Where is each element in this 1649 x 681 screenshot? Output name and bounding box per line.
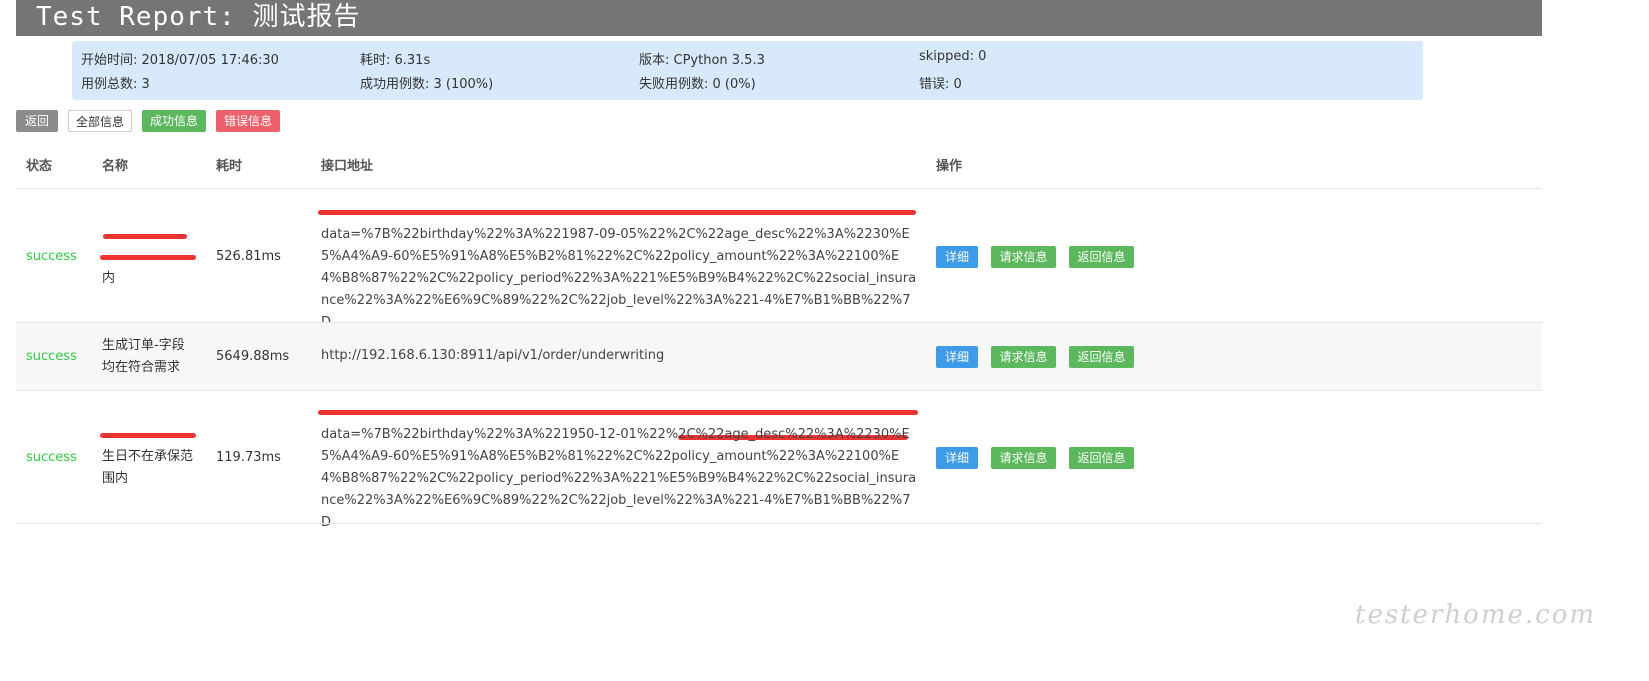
divider [16, 523, 1542, 524]
error-info-button[interactable]: 错误信息 [216, 110, 280, 132]
divider [16, 390, 1542, 391]
back-button[interactable]: 返回 [16, 110, 58, 132]
passed-count: 成功用例数: 3 (100%) [360, 77, 494, 92]
response-info-button[interactable]: 返回信息 [1069, 246, 1134, 268]
watermark: testerhome.com [1355, 600, 1597, 630]
col-url-header: 接口地址 [321, 159, 374, 174]
redaction-mark [100, 255, 196, 260]
test-name: 内 [102, 271, 116, 286]
test-name: 生日不在承保范围内 [102, 449, 194, 486]
test-name: 生成订单-字段均在符合需求 [102, 338, 185, 375]
request-info-button[interactable]: 请求信息 [991, 246, 1056, 268]
error-count: 错误: 0 [919, 77, 962, 92]
divider [16, 188, 1542, 189]
redaction-mark [318, 210, 916, 215]
response-info-button[interactable]: 返回信息 [1069, 447, 1134, 469]
failed-count: 失败用例数: 0 (0%) [639, 77, 756, 92]
detail-button[interactable]: 详细 [936, 447, 978, 469]
redaction-mark [100, 433, 196, 438]
summary-panel: 开始时间: 2018/07/05 17:46:30 耗时: 6.31s 版本: … [72, 41, 1423, 100]
redaction-mark [318, 410, 918, 415]
page-title: Test Report: 测试报告 [16, 0, 1542, 36]
redaction-mark [103, 234, 187, 239]
test-duration: 5649.88ms [216, 349, 290, 364]
test-duration: 526.81ms [216, 249, 281, 264]
all-info-button[interactable]: 全部信息 [68, 110, 132, 132]
test-duration: 119.73ms [216, 450, 281, 465]
duration: 耗时: 6.31s [360, 53, 431, 68]
col-actions-header: 操作 [936, 159, 963, 174]
status-badge: success [26, 349, 77, 364]
api-url: http://192.168.6.130:8911/api/v1/order/u… [321, 348, 665, 363]
api-url: data=%7B%22birthday%22%3A%221950-12-01%2… [321, 427, 917, 530]
start-time: 开始时间: 2018/07/05 17:46:30 [81, 53, 279, 68]
total-count: 用例总数: 3 [81, 77, 150, 92]
request-info-button[interactable]: 请求信息 [991, 346, 1056, 368]
request-info-button[interactable]: 请求信息 [991, 447, 1056, 469]
skipped-count: skipped: 0 [919, 49, 987, 64]
status-badge: success [26, 450, 77, 465]
response-info-button[interactable]: 返回信息 [1069, 346, 1134, 368]
status-badge: success [26, 249, 77, 264]
version: 版本: CPython 3.5.3 [639, 53, 765, 68]
detail-button[interactable]: 详细 [936, 246, 978, 268]
detail-button[interactable]: 详细 [936, 346, 978, 368]
col-name-header: 名称 [102, 159, 129, 174]
col-status-header: 状态 [26, 159, 53, 174]
success-info-button[interactable]: 成功信息 [142, 110, 206, 132]
api-url: data=%7B%22birthday%22%3A%221987-09-05%2… [321, 227, 917, 330]
col-time-header: 耗时 [216, 159, 243, 174]
